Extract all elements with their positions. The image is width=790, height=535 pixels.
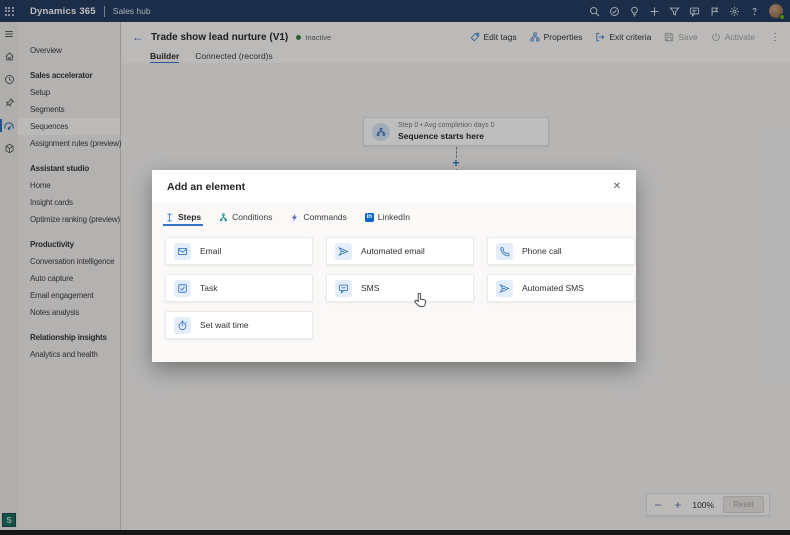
window-bottom-edge	[0, 530, 790, 535]
phone-icon	[496, 243, 513, 260]
mouse-cursor	[414, 293, 427, 308]
tab-linkedin[interactable]: in LinkedIn	[365, 212, 410, 226]
card-sms[interactable]: SMS	[326, 274, 474, 302]
linkedin-icon: in	[365, 213, 374, 222]
card-set-wait-time[interactable]: Set wait time	[165, 311, 313, 339]
dialog-body: Steps Conditions Commands in LinkedIn	[152, 203, 636, 362]
card-automated-email[interactable]: Automated email	[326, 237, 474, 265]
timer-icon	[174, 317, 191, 334]
send-icon	[496, 280, 513, 297]
dialog-tabs: Steps Conditions Commands in LinkedIn	[165, 212, 626, 226]
send-icon	[335, 243, 352, 260]
card-task[interactable]: Task	[165, 274, 313, 302]
add-element-dialog: Add an element ✕ Steps Conditions Comman…	[152, 170, 636, 362]
element-cards-grid: Email Automated email Phone call Task SM…	[165, 237, 626, 339]
app-window: Dynamics 365 Sales hub S Overview Sales …	[0, 0, 790, 535]
close-icon[interactable]: ✕	[610, 180, 624, 194]
bolt-icon	[290, 213, 299, 222]
dialog-header: Add an element ✕	[152, 170, 636, 203]
tab-steps[interactable]: Steps	[165, 212, 201, 226]
branch-icon	[219, 213, 228, 222]
sms-bubble-icon	[335, 280, 352, 297]
tab-commands[interactable]: Commands	[290, 212, 346, 226]
card-phone-call[interactable]: Phone call	[487, 237, 635, 265]
dialog-title: Add an element	[167, 181, 245, 193]
card-automated-sms[interactable]: Automated SMS	[487, 274, 635, 302]
task-check-icon	[174, 280, 191, 297]
tab-conditions[interactable]: Conditions	[219, 212, 272, 226]
mail-icon	[174, 243, 191, 260]
steps-icon	[165, 213, 174, 222]
card-email[interactable]: Email	[165, 237, 313, 265]
